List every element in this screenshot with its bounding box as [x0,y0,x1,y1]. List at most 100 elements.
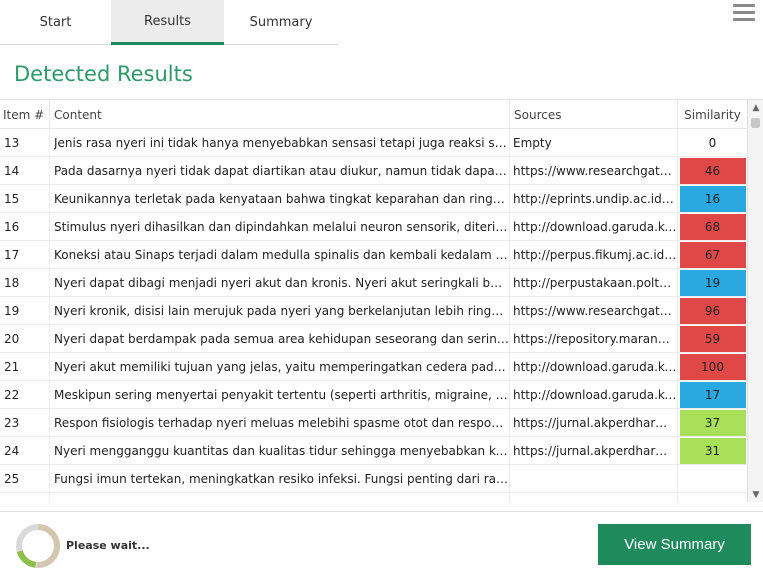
content-cell: Keunikannya terletak pada kenyataan bahw… [50,185,510,213]
vertical-scrollbar[interactable]: ▲ ▼ [747,100,763,502]
source-link[interactable]: http://download.garuda.ke... [513,388,677,402]
content-text: Keunikannya terletak pada kenyataan bahw… [54,192,509,206]
similarity-badge: 19 [679,270,746,296]
content-cell: Nyeri mengganggu kuantitas dan kualitas … [50,437,510,465]
content-text: Nyeri mengganggu kuantitas dan kualitas … [54,444,509,458]
content-text: Jenis rasa nyeri ini tidak hanya menyeba… [54,136,509,150]
content-cell: Nyeri kronik, disisi lain merujuk pada n… [50,297,510,325]
source-cell[interactable]: http://download.garuda.ke... [510,381,678,409]
similarity-badge: 16 [679,186,746,212]
source-link[interactable]: https://www.researchgate.n... [513,164,677,178]
tab-results[interactable]: Results [111,0,224,45]
table-row[interactable]: 21 Nyeri akut memiliki tujuan yang jelas,… [0,353,747,381]
source-cell[interactable]: https://www.researchgate.n... [510,297,678,325]
similarity-badge [679,466,746,492]
tab-summary[interactable]: Summary [224,0,338,45]
content-cell: Pada dasarnya nyeri tidak dapat diartika… [50,157,510,185]
similarity-cell: 59 [678,325,747,353]
source-link[interactable]: http://perpustakaan.poltekk... [513,276,677,290]
tab-bar: Start Results Summary [0,0,338,45]
source-link[interactable]: https://www.researchgate.n... [513,304,677,318]
source-link[interactable]: Empty [513,136,677,150]
item-number-cell: 25 [0,465,50,493]
source-cell[interactable]: https://jurnal.akperdharmaw... [510,437,678,465]
source-cell[interactable]: http://perpus.fikumj.ac.id/in... [510,241,678,269]
content-text: Fungsi imun tertekan, meningkatkan resik… [54,472,509,486]
source-link[interactable]: http://download.garuda.ke... [513,360,677,374]
similarity-cell: 0 [678,129,747,157]
content-cell: Nyeri akut memiliki tujuan yang jelas, y… [50,353,510,381]
similarity-cell: 46 [678,157,747,185]
source-cell[interactable]: http://eprints.undip.ac.id/43... [510,185,678,213]
table-row[interactable]: 25 Fungsi imun tertekan, meningkatkan res… [0,465,747,493]
view-summary-button[interactable]: View Summary [598,524,751,565]
table-row[interactable]: 24 Nyeri mengganggu kuantitas dan kualita… [0,437,747,465]
similarity-badge: 37 [679,410,746,436]
scrollbar-thumb[interactable] [751,118,760,128]
similarity-cell: 37 [678,409,747,437]
source-link[interactable]: https://jurnal.akperdharmaw... [513,416,677,430]
table-row[interactable]: 17 Koneksi atau Sinaps terjadi dalam medu… [0,241,747,269]
source-link[interactable]: http://perpus.fikumj.ac.id/in... [513,248,677,262]
source-cell[interactable] [510,493,678,502]
scroll-down-arrow-icon[interactable]: ▼ [748,487,763,502]
table-row[interactable]: 15 Keunikannya terletak pada kenyataan ba… [0,185,747,213]
content-text: Nyeri kronik, disisi lain merujuk pada n… [54,304,509,318]
content-cell: Meskipun sering menyertai penyakit terte… [50,381,510,409]
similarity-cell: 100 [678,353,747,381]
similarity-badge: 0 [679,130,746,156]
source-cell[interactable]: https://jurnal.akperdharmaw... [510,409,678,437]
item-number-cell: 26 [0,493,50,502]
item-number-cell: 19 [0,297,50,325]
table-body: 13 Jenis rasa nyeri ini tidak hanya menye… [0,129,747,502]
source-cell[interactable]: Empty [510,129,678,157]
table-row[interactable]: 14 Pada dasarnya nyeri tidak dapat diarti… [0,157,747,185]
table-row[interactable]: 13 Jenis rasa nyeri ini tidak hanya menye… [0,129,747,157]
content-cell: Stimulus nyeri dihasilkan dan dipindahka… [50,213,510,241]
similarity-cell: 19 [678,269,747,297]
similarity-cell: 17 [678,381,747,409]
item-number-cell: 14 [0,157,50,185]
content-cell: Respon fisiologis terhadap nyeri meluas … [50,409,510,437]
column-header-sources[interactable]: Sources [510,100,678,129]
column-header-content[interactable]: Content [50,100,510,129]
source-link[interactable]: http://download.garuda.ke... [513,220,677,234]
source-cell[interactable]: http://perpustakaan.poltekk... [510,269,678,297]
source-cell[interactable]: http://download.garuda.ke... [510,353,678,381]
source-cell[interactable]: https://www.researchgate.n... [510,157,678,185]
source-cell[interactable]: https://repository.maranath... [510,325,678,353]
table-row[interactable]: 19 Nyeri kronik, disisi lain merujuk pada… [0,297,747,325]
source-cell[interactable]: http://download.garuda.ke... [510,213,678,241]
item-number-cell: 16 [0,213,50,241]
item-number-cell: 18 [0,269,50,297]
item-number-cell: 24 [0,437,50,465]
scroll-up-arrow-icon[interactable]: ▲ [748,100,763,116]
column-header-item[interactable]: Item # [0,100,50,129]
content-cell [50,493,510,502]
content-text: Nyeri dapat berdampak pada semua area ke… [54,332,509,346]
similarity-badge: 17 [679,382,746,408]
source-link[interactable]: https://jurnal.akperdharmaw... [513,444,677,458]
content-cell: Fungsi imun tertekan, meningkatkan resik… [50,465,510,493]
source-link[interactable]: http://eprints.undip.ac.id/43... [513,192,677,206]
source-cell[interactable] [510,465,678,493]
item-number-cell: 17 [0,241,50,269]
table-row[interactable]: 22 Meskipun sering menyertai penyakit ter… [0,381,747,409]
similarity-cell: 67 [678,241,747,269]
hamburger-menu-icon[interactable] [733,4,755,22]
table-row[interactable]: 26 [0,493,747,502]
content-cell: Nyeri dapat berdampak pada semua area ke… [50,325,510,353]
table-row[interactable]: 16 Stimulus nyeri dihasilkan dan dipindah… [0,213,747,241]
table-row[interactable]: 23 Respon fisiologis terhadap nyeri melua… [0,409,747,437]
item-number-cell: 23 [0,409,50,437]
column-header-similarity[interactable]: Similarity [678,100,747,129]
item-number-cell: 13 [0,129,50,157]
source-link[interactable]: https://repository.maranath... [513,332,677,346]
similarity-cell [678,465,747,493]
table-row[interactable]: 20 Nyeri dapat berdampak pada semua area … [0,325,747,353]
similarity-badge: 67 [679,242,746,268]
similarity-badge: 59 [679,326,746,352]
content-cell: Koneksi atau Sinaps terjadi dalam medull… [50,241,510,269]
tab-start[interactable]: Start [0,0,111,45]
table-row[interactable]: 18 Nyeri dapat dibagi menjadi nyeri akut … [0,269,747,297]
